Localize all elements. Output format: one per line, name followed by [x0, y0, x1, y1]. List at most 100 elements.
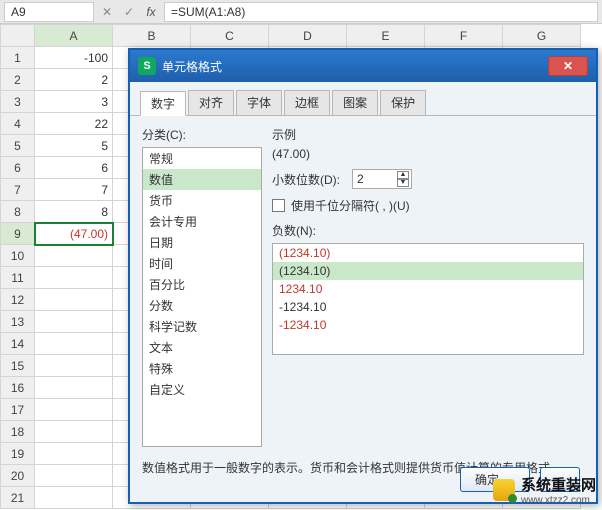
col-header-A[interactable]: A	[35, 25, 113, 47]
tab-4[interactable]: 图案	[332, 90, 378, 115]
tab-0[interactable]: 数字	[140, 91, 186, 116]
category-item[interactable]: 文本	[143, 337, 261, 358]
cell-A2[interactable]: 2	[35, 69, 113, 91]
cell-A21[interactable]	[35, 487, 113, 509]
row-header-12[interactable]: 12	[1, 289, 35, 311]
row-header-5[interactable]: 5	[1, 135, 35, 157]
cell-A11[interactable]	[35, 267, 113, 289]
row-header-19[interactable]: 19	[1, 443, 35, 465]
row-header-2[interactable]: 2	[1, 69, 35, 91]
fx-icon[interactable]: fx	[142, 3, 160, 21]
row-header-9[interactable]: 9	[1, 223, 35, 245]
category-item[interactable]: 常规	[143, 148, 261, 169]
row-header-14[interactable]: 14	[1, 333, 35, 355]
category-item[interactable]: 分数	[143, 295, 261, 316]
formula-bar: A9 ✕ ✓ fx =SUM(A1:A8)	[0, 0, 602, 24]
watermark-url: www.xtzz2.com	[521, 495, 596, 506]
cell-A16[interactable]	[35, 377, 113, 399]
decimal-places-input[interactable]: 2 ▲ ▼	[352, 169, 412, 189]
cell-A5[interactable]: 5	[35, 135, 113, 157]
col-header-B[interactable]: B	[113, 25, 191, 47]
col-header-E[interactable]: E	[347, 25, 425, 47]
category-item[interactable]: 日期	[143, 232, 261, 253]
dialog-title: 单元格格式	[162, 58, 222, 75]
cell-A18[interactable]	[35, 421, 113, 443]
cell-A1[interactable]: -100	[35, 47, 113, 69]
row-header-3[interactable]: 3	[1, 91, 35, 113]
cell-A10[interactable]	[35, 245, 113, 267]
col-header-F[interactable]: F	[425, 25, 503, 47]
cell-A7[interactable]: 7	[35, 179, 113, 201]
cancel-formula-icon[interactable]: ✕	[98, 3, 116, 21]
row-header-18[interactable]: 18	[1, 421, 35, 443]
category-list[interactable]: 常规数值货币会计专用日期时间百分比分数科学记数文本特殊自定义	[142, 147, 262, 447]
tab-3[interactable]: 边框	[284, 90, 330, 115]
cell-A9[interactable]: (47.00)	[35, 223, 113, 245]
tab-2[interactable]: 字体	[236, 90, 282, 115]
cell-A14[interactable]	[35, 333, 113, 355]
category-item[interactable]: 会计专用	[143, 211, 261, 232]
category-item[interactable]: 科学记数	[143, 316, 261, 337]
col-header-C[interactable]: C	[191, 25, 269, 47]
name-box[interactable]: A9	[4, 2, 94, 22]
cell-A8[interactable]: 8	[35, 201, 113, 223]
cell-A12[interactable]	[35, 289, 113, 311]
decimal-label: 小数位数(D):	[272, 171, 340, 188]
cell-A19[interactable]	[35, 443, 113, 465]
cell-A6[interactable]: 6	[35, 157, 113, 179]
cell-A20[interactable]	[35, 465, 113, 487]
category-item[interactable]: 数值	[143, 169, 261, 190]
cell-A15[interactable]	[35, 355, 113, 377]
negative-format-item[interactable]: 1234.10	[273, 280, 583, 298]
col-header-G[interactable]: G	[503, 25, 581, 47]
dialog-tabs: 数字对齐字体边框图案保护	[130, 82, 596, 116]
cell-A17[interactable]	[35, 399, 113, 421]
watermark-text: 系统重装网	[521, 474, 596, 495]
sample-value: (47.00)	[272, 147, 584, 161]
category-item[interactable]: 自定义	[143, 379, 261, 400]
category-item[interactable]: 货币	[143, 190, 261, 211]
sample-label: 示例	[272, 126, 584, 143]
category-item[interactable]: 时间	[143, 253, 261, 274]
negative-format-item[interactable]: -1234.10	[273, 298, 583, 316]
row-header-10[interactable]: 10	[1, 245, 35, 267]
dialog-titlebar[interactable]: S 单元格格式 ✕	[130, 50, 596, 82]
category-label: 分类(C):	[142, 126, 262, 143]
row-header-1[interactable]: 1	[1, 47, 35, 69]
row-header-15[interactable]: 15	[1, 355, 35, 377]
select-all-corner[interactable]	[1, 25, 35, 47]
cell-format-dialog: S 单元格格式 ✕ 数字对齐字体边框图案保护 分类(C): 常规数值货币会计专用…	[128, 48, 598, 504]
negative-format-item[interactable]: (1234.10)	[273, 262, 583, 280]
spinner-down-icon[interactable]: ▼	[397, 179, 409, 187]
category-item[interactable]: 百分比	[143, 274, 261, 295]
watermark: 系统重装网 www.xtzz2.com	[493, 474, 596, 506]
tab-1[interactable]: 对齐	[188, 90, 234, 115]
row-header-21[interactable]: 21	[1, 487, 35, 509]
close-icon[interactable]: ✕	[548, 56, 588, 76]
spinner-up-icon[interactable]: ▲	[397, 171, 409, 179]
row-header-8[interactable]: 8	[1, 201, 35, 223]
row-header-17[interactable]: 17	[1, 399, 35, 421]
row-header-11[interactable]: 11	[1, 267, 35, 289]
cell-A4[interactable]: 22	[35, 113, 113, 135]
category-item[interactable]: 特殊	[143, 358, 261, 379]
decimal-value: 2	[357, 172, 364, 186]
col-header-D[interactable]: D	[269, 25, 347, 47]
app-logo-icon: S	[138, 57, 156, 75]
negative-format-list[interactable]: (1234.10)(1234.10)1234.10-1234.10-1234.1…	[272, 243, 584, 355]
row-header-20[interactable]: 20	[1, 465, 35, 487]
row-header-16[interactable]: 16	[1, 377, 35, 399]
thousand-separator-checkbox[interactable]	[272, 199, 285, 212]
cell-A13[interactable]	[35, 311, 113, 333]
negative-label: 负数(N):	[272, 222, 584, 239]
tab-5[interactable]: 保护	[380, 90, 426, 115]
row-header-4[interactable]: 4	[1, 113, 35, 135]
row-header-6[interactable]: 6	[1, 157, 35, 179]
accept-formula-icon[interactable]: ✓	[120, 3, 138, 21]
negative-format-item[interactable]: (1234.10)	[273, 244, 583, 262]
formula-input[interactable]: =SUM(A1:A8)	[164, 2, 598, 22]
row-header-13[interactable]: 13	[1, 311, 35, 333]
negative-format-item[interactable]: -1234.10	[273, 316, 583, 334]
cell-A3[interactable]: 3	[35, 91, 113, 113]
row-header-7[interactable]: 7	[1, 179, 35, 201]
